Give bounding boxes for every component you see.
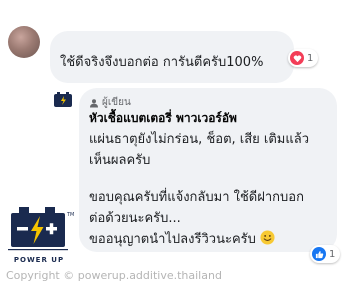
author-badge-icon <box>90 98 98 107</box>
heart-reaction-icon <box>290 51 304 65</box>
like-reaction-icon <box>312 247 326 261</box>
reply-reaction-summary[interactable]: 1 <box>310 245 341 263</box>
reply-line: ขออนุญาตนำไปลงรีวิวนะครับ <box>89 232 256 247</box>
author-badge: ผู้เขียน <box>89 95 131 110</box>
comment-reaction-summary[interactable]: 1 <box>288 49 319 67</box>
copyright-watermark: Copyright © powerup.additive.thailand <box>6 269 222 282</box>
reply-line: ต่อด้วยนะครับ... <box>89 211 181 226</box>
reply-last-line: ขออนุญาตนำไปลงรีวิวนะครับ <box>89 228 275 249</box>
author-badge-label: ผู้เขียน <box>102 97 131 108</box>
page-avatar[interactable] <box>53 90 73 110</box>
reply-author-name[interactable]: หัวเชื้อแบตเตอรี่ พาวเวอร์อัพ <box>89 109 237 128</box>
comment-bubble: ใช้ดีจริงจึงบอกต่อ การันตีครับ100% <box>50 31 294 83</box>
reply-reaction-count: 1 <box>329 248 336 260</box>
commenter-avatar[interactable] <box>8 26 40 58</box>
logo-wordmark: POWER UP <box>13 256 65 264</box>
smile-emoji-icon <box>260 230 275 245</box>
logo-trademark: TM <box>66 212 74 218</box>
comment-reaction-count: 1 <box>307 52 314 64</box>
reply-line: เห็นผลครับ <box>89 153 151 168</box>
reply-line: แผ่นธาตุยังไม่กร่อน, ช็อต, เสีย เติมแล้ว <box>89 132 310 147</box>
reply-line: ขอบคุณครับที่แจ้งกลับมา ใช้ดีฝากบอก <box>89 190 304 205</box>
comment-text: ใช้ดีจริงจึงบอกต่อ การันตีครับ100% <box>60 55 264 70</box>
reply-bubble: ผู้เขียน หัวเชื้อแบตเตอรี่ พาวเวอร์อัพ แ… <box>79 88 337 252</box>
